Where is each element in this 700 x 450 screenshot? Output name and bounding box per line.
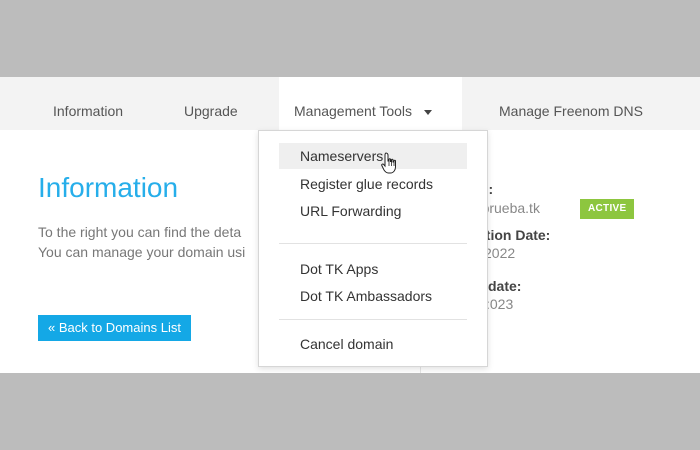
menu-divider — [279, 243, 467, 244]
backdrop-top — [0, 0, 700, 77]
backdrop-bottom — [0, 373, 700, 450]
menu-item-dot-tk-apps[interactable]: Dot TK Apps — [279, 256, 467, 282]
menu-item-url-forwarding[interactable]: URL Forwarding — [279, 198, 467, 224]
management-tools-menu: Nameservers Register glue records URL Fo… — [258, 130, 488, 367]
tab-management-tools-label: Management Tools — [294, 103, 413, 119]
status-badge: ACTIVE — [580, 199, 635, 219]
info-description: To the right you can find the deta You c… — [38, 222, 245, 262]
menu-item-cancel-domain[interactable]: Cancel domain — [279, 331, 467, 357]
tab-upgrade[interactable]: Upgrade — [184, 77, 238, 130]
tab-manage-freenom-dns[interactable]: Manage Freenom DNS — [499, 77, 643, 130]
info-description-line-1: To the right you can find the deta — [38, 224, 242, 240]
info-description-line-2: You can manage your domain usi — [38, 244, 246, 260]
menu-divider — [279, 319, 467, 320]
tab-bar: Information Upgrade Management Tools Man… — [0, 77, 700, 130]
tab-information[interactable]: Information — [53, 77, 123, 130]
registration-date-label: ation Date: — [478, 227, 551, 243]
tab-management-tools[interactable]: Management Tools — [279, 77, 462, 130]
menu-item-register-glue-records[interactable]: Register glue records — [279, 171, 467, 197]
menu-item-nameservers[interactable]: Nameservers — [279, 143, 467, 169]
registration-date-value: 2022 — [484, 245, 516, 261]
hand-pointer-icon — [381, 152, 399, 179]
expiry-date-value: :023 — [486, 296, 514, 312]
expiry-date-label: date: — [488, 278, 522, 294]
page-title: Information — [38, 172, 179, 203]
menu-item-dot-tk-ambassadors[interactable]: Dot TK Ambassadors — [279, 283, 467, 309]
back-to-domains-button[interactable]: « Back to Domains List — [38, 315, 191, 341]
